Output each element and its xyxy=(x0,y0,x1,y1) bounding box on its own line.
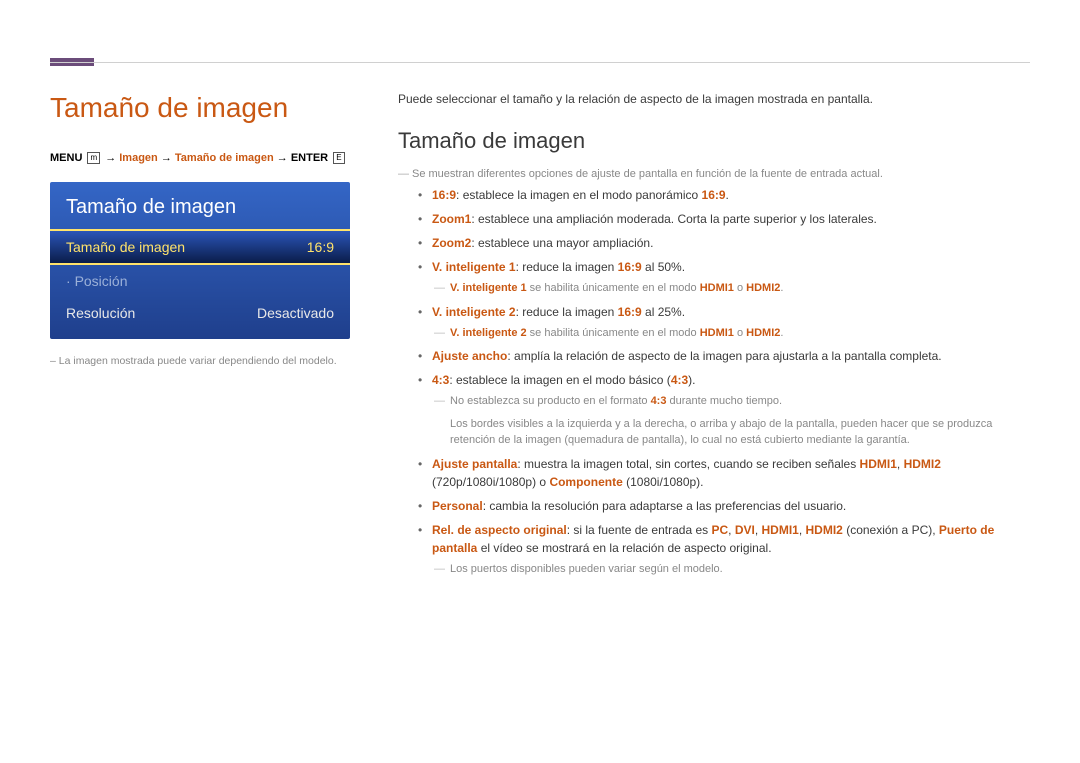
breadcrumb-tamano: Tamaño de imagen xyxy=(175,152,274,164)
sub-note: No establezca su producto en el formato … xyxy=(450,393,1030,410)
list-item: Zoom1: establece una ampliación moderada… xyxy=(432,210,1030,228)
breadcrumb-imagen: Imagen xyxy=(119,152,158,164)
top-rule xyxy=(50,62,1030,63)
osd-row-posicion[interactable]: Posición xyxy=(50,265,350,297)
breadcrumb-menu: MENU xyxy=(50,152,82,164)
osd-label: Resolución xyxy=(66,305,135,321)
menu-icon: m xyxy=(87,152,100,164)
osd-value: Desactivado xyxy=(257,305,334,321)
arrow-icon: → xyxy=(105,152,116,164)
list-item: Ajuste pantalla: muestra la imagen total… xyxy=(432,455,1030,491)
sub-paragraph: Los bordes visibles a la izquierda y a l… xyxy=(450,416,1030,449)
list-item: Ajuste ancho: amplía la relación de aspe… xyxy=(432,347,1030,365)
osd-value: 16:9 xyxy=(307,239,334,255)
sub-note: V. inteligente 1 se habilita únicamente … xyxy=(450,280,1030,297)
osd-label: Tamaño de imagen xyxy=(66,239,185,255)
sub-note: Los puertos disponibles pueden variar se… xyxy=(450,561,1030,578)
osd-row-selected[interactable]: Tamaño de imagen 16:9 xyxy=(50,229,350,265)
sub-note: V. inteligente 2 se habilita únicamente … xyxy=(450,325,1030,342)
osd-label: Posición xyxy=(66,273,127,289)
list-item: Rel. de aspecto original: si la fuente d… xyxy=(432,521,1030,578)
section-note: Se muestran diferentes opciones de ajust… xyxy=(412,168,1030,180)
list-item: Personal: cambia la resolución para adap… xyxy=(432,497,1030,515)
breadcrumb-enter: ENTER xyxy=(291,152,328,164)
osd-title: Tamaño de imagen xyxy=(50,196,350,229)
list-item: Zoom2: establece una mayor ampliación. xyxy=(432,234,1030,252)
osd-panel: Tamaño de imagen Tamaño de imagen 16:9 P… xyxy=(50,182,350,339)
arrow-icon: → xyxy=(277,152,288,164)
list-item: 16:9: establece la imagen en el modo pan… xyxy=(432,186,1030,204)
list-item: V. inteligente 2: reduce la imagen 16:9 … xyxy=(432,303,1030,342)
arrow-icon: → xyxy=(161,152,172,164)
page-title: Tamaño de imagen xyxy=(50,92,350,124)
list-item: 4:3: establece la imagen en el modo bási… xyxy=(432,371,1030,449)
osd-row-resolucion[interactable]: Resolución Desactivado xyxy=(50,297,350,329)
intro-text: Puede seleccionar el tamaño y la relació… xyxy=(398,92,1030,106)
list-item: V. inteligente 1: reduce la imagen 16:9 … xyxy=(432,258,1030,297)
image-caption: La imagen mostrada puede variar dependie… xyxy=(50,355,350,367)
breadcrumb: MENU m → Imagen → Tamaño de imagen → ENT… xyxy=(50,152,350,164)
section-title: Tamaño de imagen xyxy=(398,128,1030,154)
enter-icon: E xyxy=(333,152,344,164)
options-list: 16:9: establece la imagen en el modo pan… xyxy=(432,186,1030,577)
